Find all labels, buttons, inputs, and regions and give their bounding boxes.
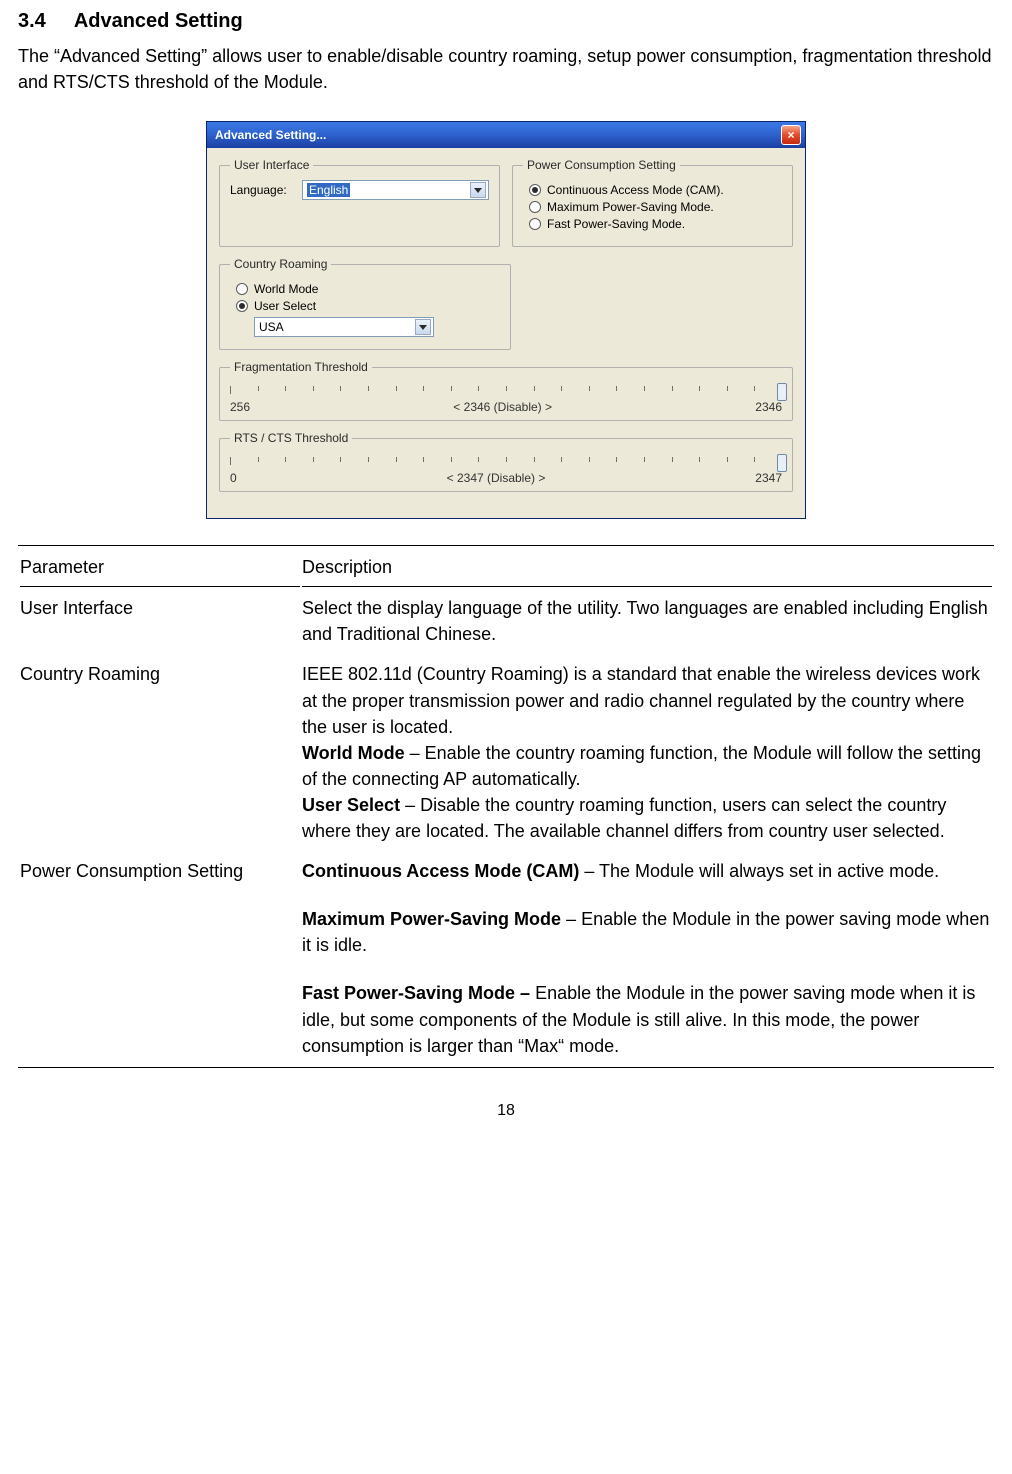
close-button[interactable]: ×: [781, 125, 801, 145]
rts-legend: RTS / CTS Threshold: [230, 431, 352, 445]
table-row: Power Consumption Setting Continuous Acc…: [20, 852, 992, 1065]
frag-min: 256: [230, 400, 250, 414]
frag-value: < 2346 (Disable) >: [250, 400, 755, 414]
rts-slider-thumb[interactable]: [777, 454, 787, 472]
chevron-down-icon: [419, 325, 427, 330]
power-legend: Power Consumption Setting: [523, 158, 680, 172]
language-value: English: [307, 183, 350, 197]
language-label: Language:: [230, 183, 292, 197]
section-intro: The “Advanced Setting” allows user to en…: [18, 43, 994, 95]
power-opt-max[interactable]: Maximum Power-Saving Mode.: [529, 200, 782, 214]
power-opt-max-label: Maximum Power-Saving Mode.: [547, 200, 714, 214]
radio-icon: [529, 184, 541, 196]
rts-value: < 2347 (Disable) >: [237, 471, 756, 485]
header-description: Description: [302, 548, 992, 587]
param-user-interface: User Interface: [20, 589, 300, 653]
advanced-setting-dialog: Advanced Setting... × User Interface Lan…: [206, 121, 806, 519]
desc-user-interface: Select the display language of the utili…: [302, 595, 992, 647]
user-interface-group: User Interface Language: English: [219, 158, 500, 247]
table-row: Country Roaming IEEE 802.11d (Country Ro…: [20, 655, 992, 850]
max-bold: Maximum Power-Saving Mode: [302, 909, 561, 929]
close-icon: ×: [787, 128, 794, 142]
desc-country-roaming: IEEE 802.11d (Country Roaming) is a stan…: [302, 661, 992, 844]
section-number: 3.4: [18, 10, 46, 33]
power-opt-cam[interactable]: Continuous Access Mode (CAM).: [529, 183, 782, 197]
rts-slider[interactable]: [230, 457, 782, 469]
frag-slider-thumb[interactable]: [777, 383, 787, 401]
rts-min: 0: [230, 471, 237, 485]
power-opt-fast-label: Fast Power-Saving Mode.: [547, 217, 685, 231]
frag-slider[interactable]: [230, 386, 782, 398]
parameter-table: Parameter Description User Interface Sel…: [18, 545, 994, 1068]
param-country-roaming: Country Roaming: [20, 655, 300, 850]
section-title: Advanced Setting: [74, 10, 243, 32]
power-consumption-group: Power Consumption Setting Continuous Acc…: [512, 158, 793, 247]
chevron-down-icon: [474, 188, 482, 193]
radio-icon: [236, 283, 248, 295]
section-heading: 3.4 Advanced Setting: [18, 10, 994, 33]
rts-max: 2347: [755, 471, 782, 485]
header-parameter: Parameter: [20, 548, 300, 587]
country-roaming-group: Country Roaming World Mode User Select U…: [219, 257, 511, 350]
radio-icon: [529, 218, 541, 230]
page-number: 18: [18, 1102, 994, 1120]
fast-bold: Fast Power-Saving Mode –: [302, 983, 535, 1003]
dialog-title: Advanced Setting...: [215, 128, 326, 142]
desc-fast: Fast Power-Saving Mode – Enable the Modu…: [302, 980, 992, 1058]
desc-cam: Continuous Access Mode (CAM) – The Modul…: [302, 858, 992, 884]
world-mode-bold: World Mode: [302, 743, 405, 763]
frag-max: 2346: [755, 400, 782, 414]
table-header-row: Parameter Description: [20, 548, 992, 587]
user-select-bold: User Select: [302, 795, 400, 815]
radio-icon: [529, 201, 541, 213]
cam-bold: Continuous Access Mode (CAM): [302, 861, 579, 881]
frag-legend: Fragmentation Threshold: [230, 360, 372, 374]
country-value: USA: [259, 320, 284, 334]
world-mode-text: – Enable the country roaming function, t…: [302, 743, 981, 789]
param-power: Power Consumption Setting: [20, 852, 300, 1065]
power-opt-fast[interactable]: Fast Power-Saving Mode.: [529, 217, 782, 231]
roaming-opt-world-label: World Mode: [254, 282, 318, 296]
dialog-titlebar: Advanced Setting... ×: [207, 122, 805, 148]
cam-text: – The Module will always set in active m…: [579, 861, 939, 881]
language-combo[interactable]: English: [302, 180, 489, 200]
user-interface-legend: User Interface: [230, 158, 313, 172]
combo-dropdown-button[interactable]: [415, 319, 431, 335]
roaming-opt-user-label: User Select: [254, 299, 316, 313]
roaming-intro: IEEE 802.11d (Country Roaming) is a stan…: [302, 664, 980, 736]
combo-dropdown-button[interactable]: [470, 182, 486, 198]
fragmentation-group: Fragmentation Threshold 256: [219, 360, 793, 421]
power-opt-cam-label: Continuous Access Mode (CAM).: [547, 183, 724, 197]
rts-group: RTS / CTS Threshold 0: [219, 431, 793, 492]
desc-max: Maximum Power-Saving Mode – Enable the M…: [302, 906, 992, 958]
roaming-opt-user[interactable]: User Select: [236, 299, 500, 313]
table-row: User Interface Select the display langua…: [20, 589, 992, 653]
country-combo[interactable]: USA: [254, 317, 434, 337]
roaming-legend: Country Roaming: [230, 257, 331, 271]
radio-icon: [236, 300, 248, 312]
roaming-opt-world[interactable]: World Mode: [236, 282, 500, 296]
